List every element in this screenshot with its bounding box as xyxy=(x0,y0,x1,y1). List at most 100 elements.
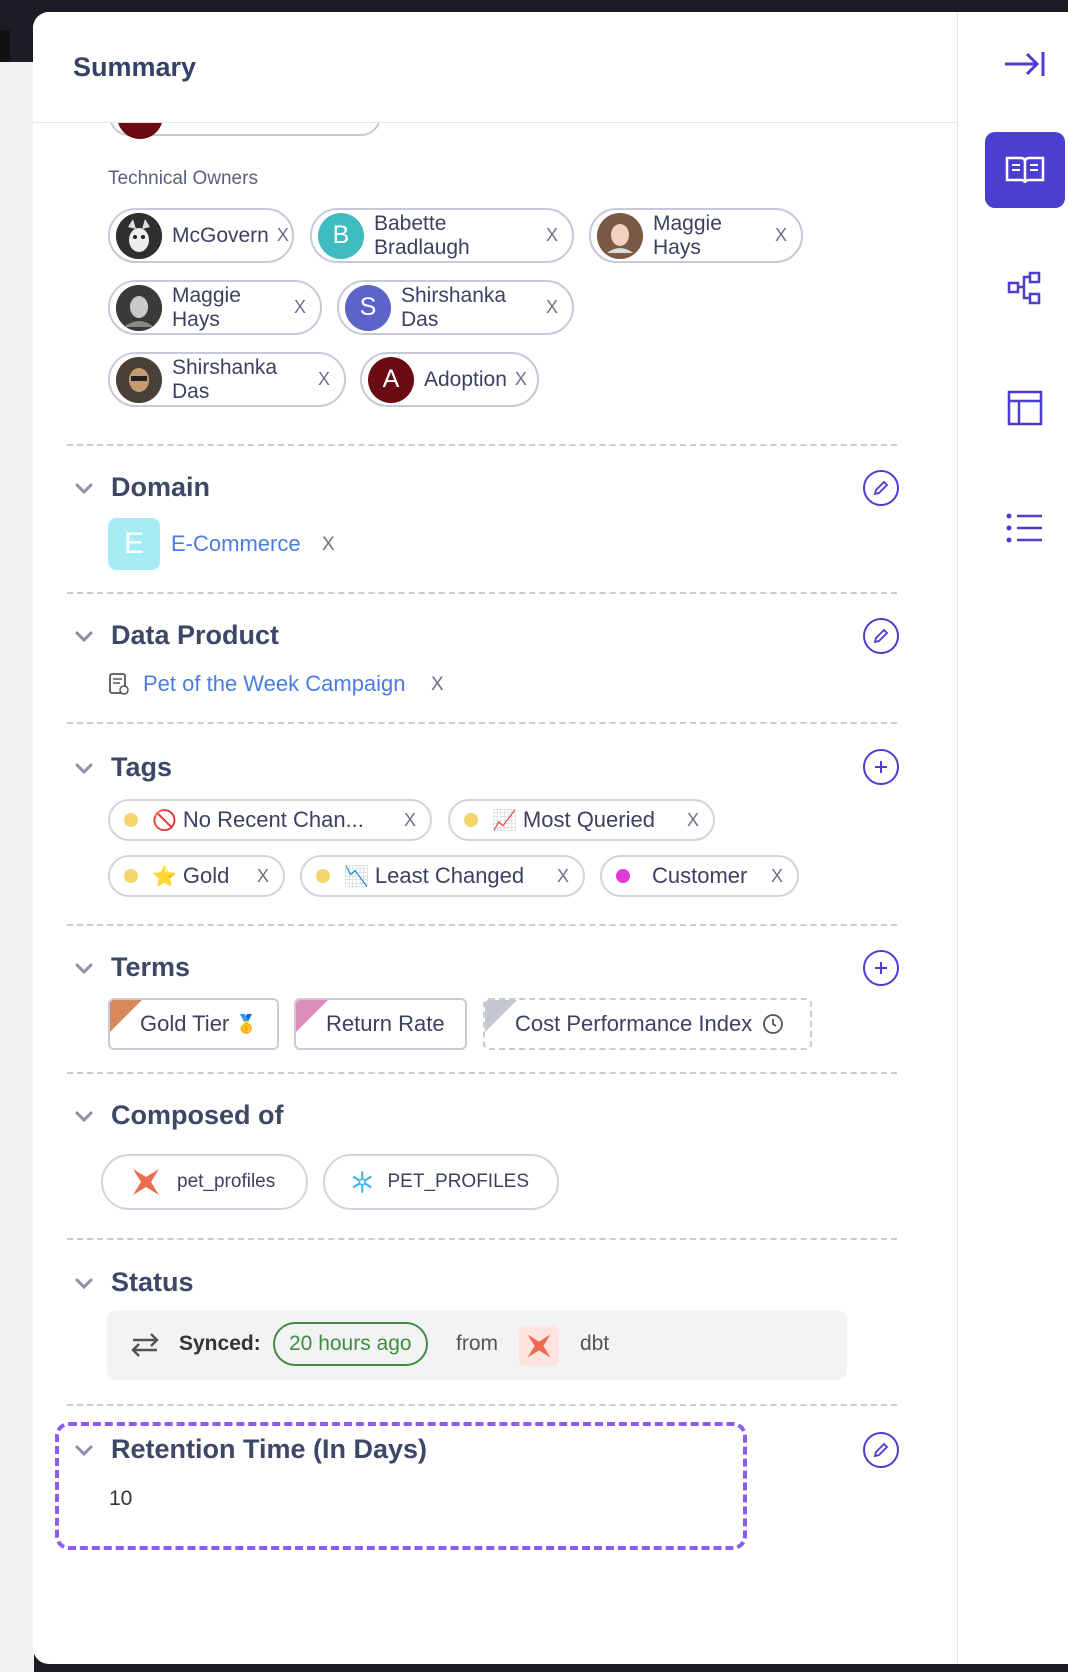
chevron-down-icon[interactable] xyxy=(73,958,95,980)
asset-chip[interactable]: pet_profiles xyxy=(101,1154,308,1210)
chevron-down-icon[interactable] xyxy=(73,1106,95,1128)
owner-name: Shirshanka Das xyxy=(172,355,278,403)
summary-tab-button[interactable] xyxy=(985,132,1065,208)
edit-retention-button[interactable] xyxy=(863,1432,899,1468)
data-product-link[interactable]: Pet of the Week Campaign xyxy=(143,671,406,697)
remove-tag-icon[interactable]: X xyxy=(537,866,569,887)
section-divider xyxy=(67,1404,897,1406)
tag-chip[interactable]: Customer X xyxy=(600,855,799,897)
remove-domain-icon[interactable]: X xyxy=(322,534,335,556)
remove-owner-icon[interactable]: X xyxy=(277,225,289,246)
remove-tag-icon[interactable]: X xyxy=(751,866,783,887)
term-chip-pending[interactable]: Cost Performance Index xyxy=(483,998,812,1050)
chevron-down-icon[interactable] xyxy=(73,758,95,780)
data-product-title: Data Product xyxy=(111,620,280,650)
remove-owner-icon[interactable]: X xyxy=(294,297,306,318)
dbt-icon xyxy=(133,1169,159,1195)
owner-chip[interactable]: A Adoption X xyxy=(360,352,539,407)
owner-name: Babette Bradlaugh xyxy=(374,211,470,259)
tag-label: Least Changed xyxy=(374,863,525,888)
term-color-corner xyxy=(110,1000,144,1034)
list-icon xyxy=(1006,513,1042,543)
pencil-icon xyxy=(873,480,889,496)
from-label: from xyxy=(456,1332,498,1355)
chevron-down-icon[interactable] xyxy=(73,478,95,500)
owner-chip[interactable]: Shirshanka Das X xyxy=(108,352,346,407)
clock-icon xyxy=(763,1014,784,1034)
synced-time-badge: 20 hours ago xyxy=(273,1322,428,1366)
remove-owner-icon[interactable]: X xyxy=(546,297,558,318)
tag-chip[interactable]: 📉 Least Changed X xyxy=(300,855,585,897)
data-product-icon xyxy=(109,673,129,695)
remove-owner-icon[interactable]: X xyxy=(546,225,558,246)
panel-content: Technical Owners McGovern X B Babette Br… xyxy=(33,93,957,1664)
arrow-to-right-icon xyxy=(1005,52,1045,76)
source-name: dbt xyxy=(580,1332,610,1355)
tag-label: Most Queried xyxy=(522,807,655,832)
term-chip[interactable]: Return Rate xyxy=(294,998,467,1050)
chevron-down-icon[interactable] xyxy=(73,626,95,648)
book-open-icon xyxy=(1005,156,1045,184)
tag-color-dot xyxy=(124,813,138,827)
tag-color-dot xyxy=(616,869,630,883)
remove-owner-icon[interactable]: X xyxy=(775,225,787,246)
tags-title: Tags xyxy=(111,752,173,782)
owner-chip[interactable]: B Babette Bradlaugh X xyxy=(310,208,574,263)
add-tag-button[interactable] xyxy=(863,749,899,785)
remove-tag-icon[interactable]: X xyxy=(237,866,269,887)
remove-tag-icon[interactable]: X xyxy=(667,810,699,831)
tag-chip[interactable]: 🚫 No Recent Chan... X xyxy=(108,799,432,841)
dbt-source-icon xyxy=(519,1326,559,1366)
table-layout-icon xyxy=(1007,390,1043,426)
sync-arrows-icon xyxy=(131,1333,159,1357)
composed-of-title: Composed of xyxy=(111,1100,284,1130)
remove-data-product-icon[interactable]: X xyxy=(431,674,444,696)
asset-chip[interactable]: PET_PROFILES xyxy=(323,1154,559,1210)
avatar xyxy=(116,356,162,403)
chevron-down-icon[interactable] xyxy=(73,1273,95,1295)
dbt-icon xyxy=(527,1334,551,1358)
tag-chip[interactable]: ⭐ Gold X xyxy=(108,855,285,897)
page-title: Summary xyxy=(73,52,197,82)
term-color-corner xyxy=(296,1000,330,1034)
schema-tab-button[interactable] xyxy=(985,370,1065,446)
terms-title: Terms xyxy=(111,952,191,982)
tag-emoji: 📈 xyxy=(492,809,517,832)
owner-chip[interactable]: S Shirshanka Das X xyxy=(337,280,574,335)
section-divider xyxy=(67,444,897,446)
status-title: Status xyxy=(111,1267,194,1297)
avatar: A xyxy=(368,356,414,403)
tag-label: Customer xyxy=(652,863,748,888)
owner-chip[interactable]: McGovern X xyxy=(108,208,294,263)
tag-chip[interactable]: 📈 Most Queried X xyxy=(448,799,715,841)
edit-data-product-button[interactable] xyxy=(863,618,899,654)
domain-link[interactable]: E-Commerce xyxy=(171,531,301,557)
owner-name: Maggie Hays xyxy=(653,211,722,259)
avatar: B xyxy=(318,212,364,259)
term-label: Cost Performance Index xyxy=(515,1011,753,1036)
collapse-sidebar-button[interactable] xyxy=(985,26,1065,102)
remove-tag-icon[interactable]: X xyxy=(384,810,416,831)
tag-color-dot xyxy=(316,869,330,883)
section-divider xyxy=(67,924,897,926)
owner-chip[interactable]: Maggie Hays X xyxy=(108,280,322,335)
owner-name: McGovern xyxy=(172,223,269,247)
chevron-down-icon[interactable] xyxy=(73,1440,95,1462)
edit-domain-button[interactable] xyxy=(863,470,899,506)
remove-owner-icon[interactable]: X xyxy=(318,369,330,390)
lineage-tab-button[interactable] xyxy=(985,250,1065,326)
term-color-corner xyxy=(485,1000,519,1034)
avatar xyxy=(597,212,643,259)
domain-title: Domain xyxy=(111,472,211,502)
asset-label: PET_PROFILES xyxy=(387,1171,530,1192)
tag-emoji: 🚫 xyxy=(152,809,177,832)
owner-chip[interactable]: Maggie Hays X xyxy=(589,208,803,263)
tag-emoji: 📉 xyxy=(344,865,369,888)
avatar: S xyxy=(345,284,391,331)
properties-tab-button[interactable] xyxy=(985,490,1065,566)
term-chip[interactable]: Gold Tier 🥇 xyxy=(108,998,279,1050)
add-term-button[interactable] xyxy=(863,950,899,986)
remove-owner-icon[interactable]: X xyxy=(515,369,527,390)
avatar xyxy=(116,284,162,331)
synced-label: Synced: xyxy=(179,1332,261,1355)
